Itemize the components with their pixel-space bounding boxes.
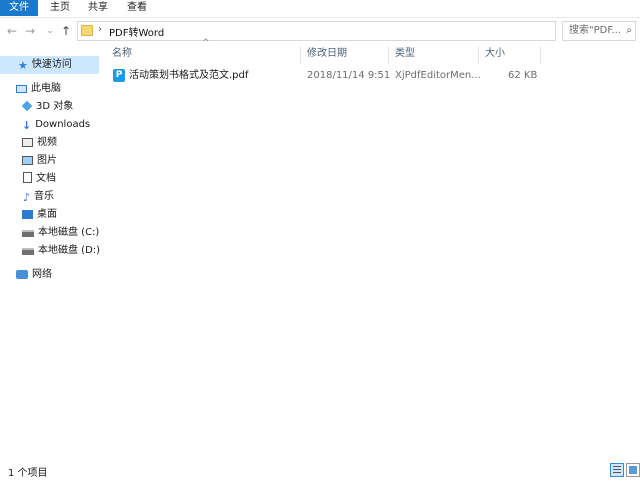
nav-item-music[interactable]: ♪ 音乐 [0, 188, 54, 206]
breadcrumb-item[interactable]: PDF转Word [109, 24, 164, 39]
nav-item-downloads[interactable]: ↓ Downloads [0, 116, 90, 134]
column-header-size[interactable]: 大小 [485, 44, 505, 64]
column-header-name[interactable]: 名称 [112, 44, 132, 64]
nav-item-label: 网络 [32, 269, 52, 280]
file-name[interactable]: 活动策划书格式及范文.pdf [129, 67, 248, 85]
large-icons-view-button[interactable] [626, 463, 640, 477]
3d-objects-icon [21, 100, 33, 112]
nav-item-drive-d[interactable]: 本地磁盘 (D:) [0, 242, 100, 260]
file-row[interactable]: P 活动策划书格式及范文.pdf 2018/11/14 9:51 XjPdfEd… [101, 67, 561, 85]
column-divider[interactable] [478, 46, 479, 64]
address-row: ← → ⌄ ↑ › PDF转Word ⌄ ↻ 搜索"PDF... ⌕ [0, 18, 640, 44]
pdf-file-icon: P [113, 69, 125, 82]
nav-item-label: 音乐 [34, 191, 55, 202]
nav-item-label: 文档 [36, 173, 56, 184]
network-icon [16, 270, 28, 279]
details-view-button[interactable] [610, 463, 624, 477]
column-divider[interactable] [540, 46, 541, 64]
ribbon-tabs: 文件 主页 共享 查看 [0, 0, 640, 18]
star-icon: ★ [18, 59, 28, 72]
sort-ascending-icon: ^ [202, 38, 210, 48]
nav-item-label: 3D 对象 [36, 101, 74, 112]
nav-item-label: 视频 [37, 137, 57, 148]
file-size: 62 KB [508, 70, 538, 81]
documents-icon [23, 172, 32, 183]
search-input[interactable]: 搜索"PDF... ⌕ [562, 21, 636, 41]
nav-item-videos[interactable]: 视频 [0, 134, 57, 152]
nav-item-network[interactable]: 网络 [0, 266, 52, 284]
download-icon: ↓ [22, 119, 32, 132]
column-headers: ^ 名称 修改日期 类型 大小 [101, 38, 561, 64]
desktop-icon [22, 210, 33, 219]
nav-item-label: Downloads [35, 119, 91, 130]
drive-icon [22, 248, 34, 255]
pictures-icon [22, 156, 33, 165]
column-header-type[interactable]: 类型 [395, 44, 415, 64]
file-explorer-window: 文件 主页 共享 查看 ← → ⌄ ↑ › PDF转Word ⌄ ↻ 搜索"PD… [0, 0, 640, 482]
nav-item-quick-access[interactable]: ★ 快速访问 [0, 56, 99, 74]
address-bar[interactable]: › PDF转Word ⌄ ↻ [77, 21, 632, 41]
large-icons-view-icon [629, 466, 637, 474]
tab-view[interactable]: 查看 [118, 0, 156, 16]
search-placeholder: 搜索"PDF... [569, 25, 622, 36]
folder-icon [81, 25, 93, 36]
status-bar: 1 个项目 [0, 460, 640, 482]
nav-item-documents[interactable]: 文档 [0, 170, 56, 188]
navigation-pane: ★ 快速访问 此电脑 3D 对象 ↓ Downloads 视频 图片 文档 ♪ 音乐 … [0, 46, 100, 458]
tab-file[interactable]: 文件 [0, 0, 38, 16]
nav-item-label: 此电脑 [31, 83, 61, 94]
back-button[interactable]: ← [4, 22, 20, 40]
column-header-modified[interactable]: 修改日期 [307, 44, 347, 64]
details-view-icon [613, 466, 621, 474]
nav-item-this-pc[interactable]: 此电脑 [0, 80, 61, 98]
video-icon [22, 138, 33, 147]
tab-share[interactable]: 共享 [79, 0, 117, 16]
nav-item-label: 图片 [37, 155, 57, 166]
nav-item-label: 快速访问 [31, 59, 72, 70]
nav-item-label: 本地磁盘 (D:) [38, 245, 101, 256]
search-icon[interactable]: ⌕ [626, 22, 632, 40]
nav-item-drive-c[interactable]: 本地磁盘 (C:) [0, 224, 99, 242]
file-modified-date: 2018/11/14 9:51 [307, 70, 391, 81]
column-divider[interactable] [300, 46, 301, 64]
nav-item-label: 桌面 [37, 209, 57, 220]
computer-icon [16, 85, 27, 93]
forward-button[interactable]: → [22, 22, 38, 40]
breadcrumb-separator[interactable]: › [98, 24, 102, 35]
column-divider[interactable] [388, 46, 389, 64]
up-button[interactable]: ↑ [58, 22, 74, 40]
nav-item-3d-objects[interactable]: 3D 对象 [0, 98, 73, 116]
item-count: 1 个项目 [8, 468, 48, 479]
file-type: XjPdfEditorMen... [395, 70, 481, 81]
music-icon: ♪ [23, 191, 31, 204]
nav-item-label: 本地磁盘 (C:) [38, 227, 100, 238]
nav-item-pictures[interactable]: 图片 [0, 152, 57, 170]
drive-icon [22, 230, 34, 237]
recent-locations-button[interactable]: ⌄ [42, 22, 58, 40]
tab-home[interactable]: 主页 [41, 0, 79, 16]
nav-item-desktop[interactable]: 桌面 [0, 206, 57, 224]
